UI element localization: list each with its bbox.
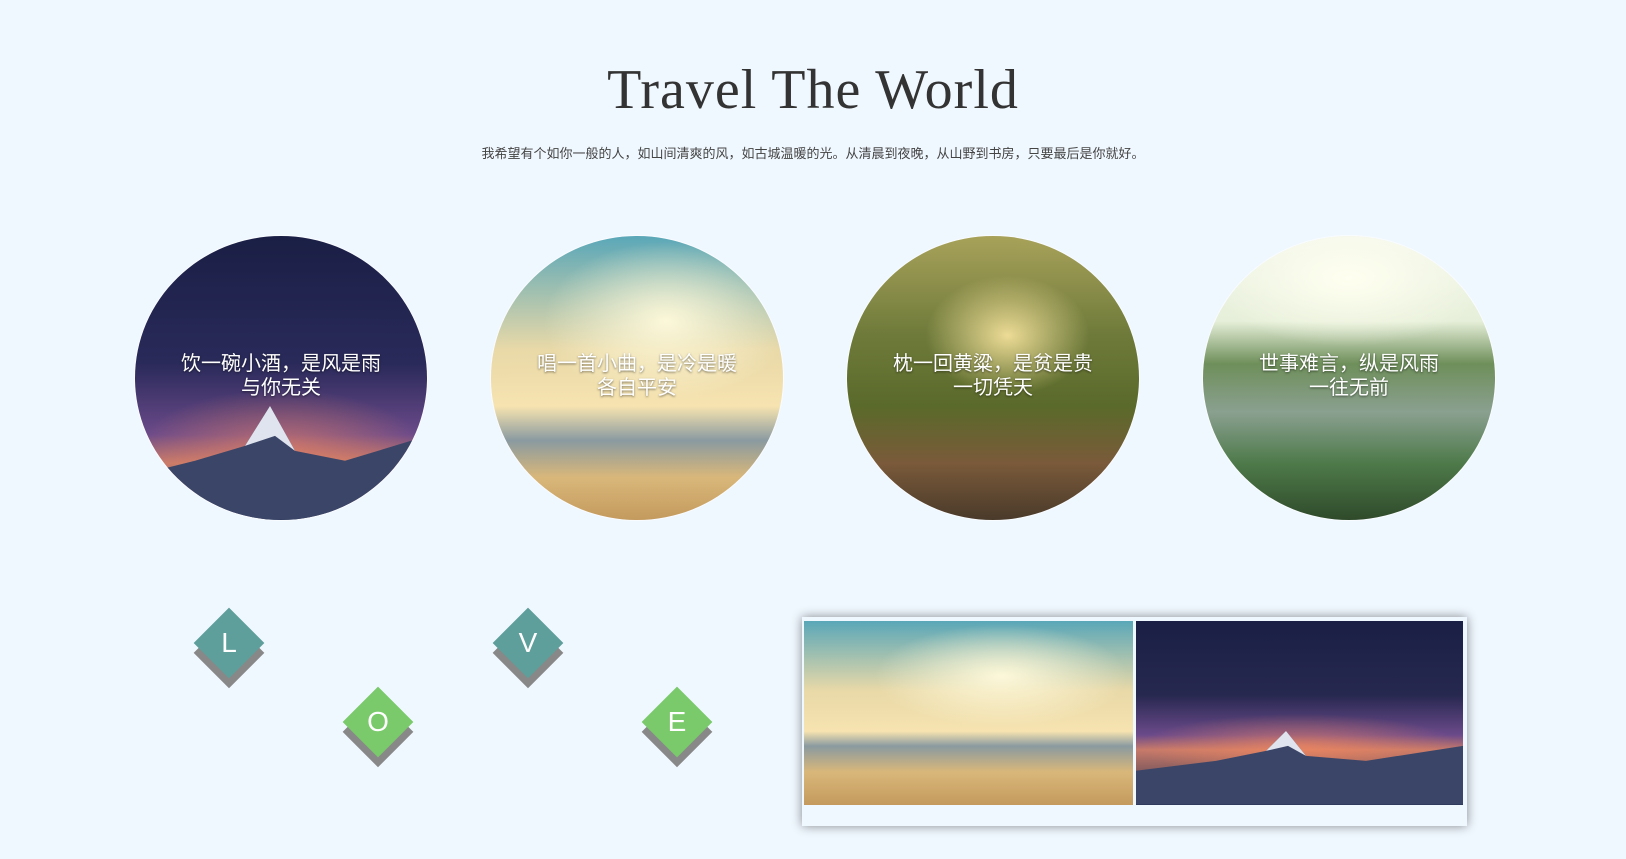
photo-gallery-frame [802,617,1467,826]
caption-line-1: 世事难言，纵是风雨 [1259,353,1439,375]
circle-caption: 饮一碗小酒，是风是雨 与你无关 [135,352,427,400]
circle-caption: 枕一回黄粱，是贫是贵 一切凭天 [847,352,1139,400]
circle-card-garden-lake[interactable]: 世事难言，纵是风雨 一往无前 [1203,236,1495,520]
page-subtitle: 我希望有个如你一般的人，如山间清爽的风，如古城温暖的光。从清晨到夜晚，从山野到书… [481,146,1145,161]
caption-line-1: 枕一回黄粱，是贫是贵 [893,353,1093,375]
love-letter: O [367,706,389,737]
circle-card-forest[interactable]: 枕一回黄粱，是贫是贵 一切凭天 [847,236,1139,520]
mountain-silhouette [135,406,427,520]
caption-line-2: 与你无关 [241,377,321,399]
gallery-photo-beach[interactable] [804,621,1133,805]
circle-card-beach[interactable]: 唱一首小曲，是冷是暖 各自平安 [491,236,783,520]
circle-caption: 世事难言，纵是风雨 一往无前 [1203,352,1495,400]
love-letter: V [518,627,538,658]
love-tile-l[interactable]: L [193,607,265,679]
love-tile-e[interactable]: E [641,686,713,758]
love-letter: E [667,706,687,737]
mountain-silhouette [1136,731,1463,805]
caption-line-2: 各自平安 [597,377,677,399]
caption-line-2: 一往无前 [1309,377,1389,399]
page-title: Travel The World [607,59,1019,121]
caption-line-1: 唱一首小曲，是冷是暖 [537,353,737,375]
caption-line-1: 饮一碗小酒，是风是雨 [181,353,381,375]
circle-card-starry-mountain[interactable]: 饮一碗小酒，是风是雨 与你无关 [135,236,427,520]
caption-line-2: 一切凭天 [953,377,1033,399]
love-tile-o[interactable]: O [342,686,414,758]
circle-caption: 唱一首小曲，是冷是暖 各自平安 [491,352,783,400]
love-letter: L [221,627,237,658]
gallery-photo-starry-mountain[interactable] [1136,621,1463,805]
love-tile-v[interactable]: V [492,607,564,679]
